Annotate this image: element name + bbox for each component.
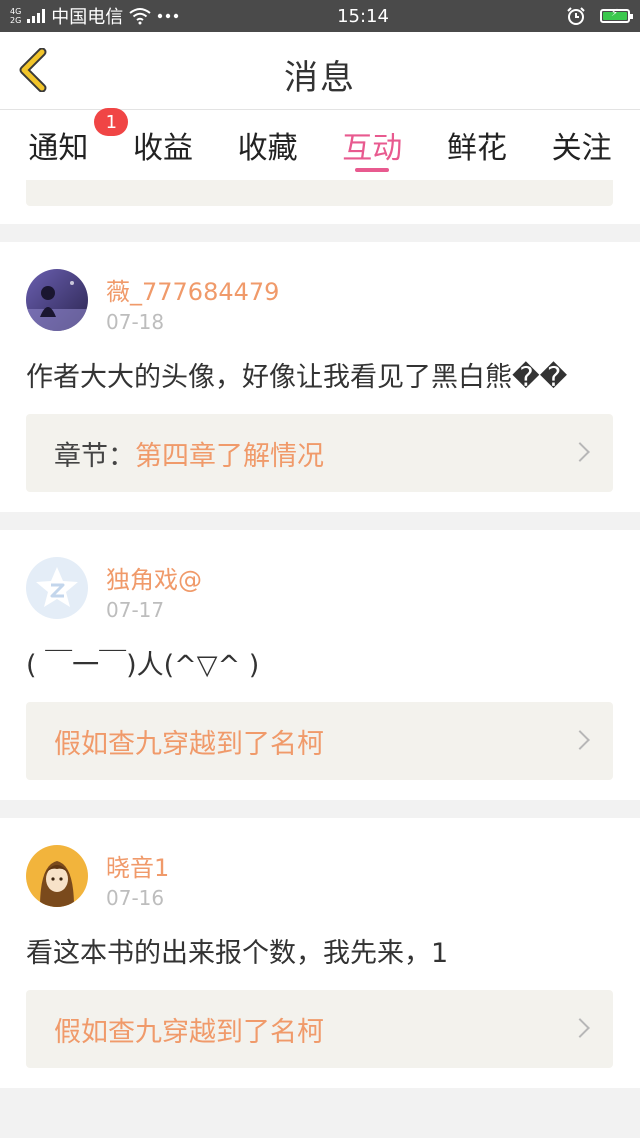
wifi-icon [129, 8, 151, 25]
message-header: 晓音1 07-16 [26, 818, 613, 910]
default-avatar-icon [26, 557, 88, 619]
tab-flowers[interactable]: 鲜花 [439, 110, 515, 180]
avatar-image [26, 269, 88, 331]
tab-label: 收藏 [237, 131, 298, 166]
username[interactable]: 独角戏@ [106, 560, 202, 595]
carrier-label: 中国电信 [51, 7, 124, 28]
list-item: 薇_777684479 07-18 作者大大的头像，好像让我看见了黑白熊�� 章… [0, 242, 640, 512]
chevron-right-icon [570, 1018, 590, 1038]
reference-link[interactable]: 假如查九穿越到了名柯 [26, 702, 613, 780]
tab-label: 通知 [28, 131, 89, 166]
tab-follows[interactable]: 关注 [544, 110, 620, 180]
avatar[interactable] [26, 845, 88, 907]
tab-favorites[interactable]: 收藏 [230, 110, 306, 180]
divider [0, 512, 640, 530]
username[interactable]: 晓音1 [106, 848, 169, 883]
reference-link[interactable]: 章节： 第四章了解情况 [26, 414, 613, 492]
signal-icon [27, 9, 46, 23]
reference-prefix: 章节： [54, 440, 135, 472]
divider [0, 1088, 640, 1106]
divider [0, 224, 640, 242]
divider [0, 800, 640, 818]
avatar[interactable] [26, 557, 88, 619]
post-date: 07-18 [106, 310, 165, 334]
header-bar: 消息 [0, 32, 640, 110]
comment-text: ( ￣一￣)人(^▽^ ) [26, 650, 260, 681]
comment-text: 作者大大的头像，好像让我看见了黑白熊�� [26, 362, 568, 393]
reference-box-partial[interactable] [26, 180, 613, 206]
message-header: 独角戏@ 07-17 [26, 530, 613, 622]
message-list[interactable]: 薇_777684479 07-18 作者大大的头像，好像让我看见了黑白熊�� 章… [0, 180, 640, 1138]
tab-notifications[interactable]: 通知 1 [20, 108, 129, 180]
list-item-partial [0, 180, 640, 224]
username[interactable]: 薇_777684479 [106, 272, 279, 307]
alarm-icon [567, 7, 585, 25]
reference-title: 假如查九穿越到了名柯 [54, 728, 324, 760]
tab-label: 鲜花 [446, 131, 507, 166]
avatar[interactable] [26, 269, 88, 331]
network-type: 4G 2G [10, 7, 21, 25]
tab-label: 互动 [342, 131, 403, 166]
reference-link[interactable]: 假如查九穿越到了名柯 [26, 990, 613, 1068]
more-dots-icon [158, 13, 179, 19]
battery-icon: ⚡ [600, 8, 633, 23]
chevron-right-icon [570, 730, 590, 750]
list-item: 独角戏@ 07-17 ( ￣一￣)人(^▽^ ) 假如查九穿越到了名柯 [0, 530, 640, 800]
tab-label: 收益 [132, 131, 193, 166]
status-time: 15:14 [337, 5, 389, 27]
page-title: 消息 [284, 58, 356, 98]
tab-interactions[interactable]: 互动 [334, 110, 410, 180]
list-item: 晓音1 07-16 看这本书的出来报个数，我先来，1 假如查九穿越到了名柯 [0, 818, 640, 1088]
post-date: 07-16 [106, 886, 165, 910]
comment-text: 看这本书的出来报个数，我先来，1 [26, 938, 449, 969]
status-left: 4G 2G 中国电信 [10, 3, 270, 29]
network-type-bottom: 2G [10, 16, 22, 25]
post-date: 07-17 [106, 598, 165, 622]
reference-title: 第四章了解情况 [135, 440, 324, 472]
tab-label: 关注 [551, 131, 612, 166]
network-type-top: 4G [10, 7, 22, 16]
avatar-image [26, 845, 88, 907]
status-right: ⚡ [566, 6, 633, 26]
chevron-right-icon [570, 442, 590, 462]
tab-bar: 通知 1 收益 收藏 互动 鲜花 关注 [0, 108, 640, 180]
message-header: 薇_777684479 07-18 [26, 242, 613, 334]
battery-fill: ⚡ [603, 8, 627, 20]
notification-badge: 1 [94, 108, 129, 136]
status-bar: 4G 2G 中国电信 15:14 ⚡ [0, 0, 640, 32]
reference-title: 假如查九穿越到了名柯 [54, 1016, 324, 1048]
charging-bolt-icon: ⚡ [611, 8, 619, 19]
tab-earnings[interactable]: 收益 [125, 110, 201, 180]
